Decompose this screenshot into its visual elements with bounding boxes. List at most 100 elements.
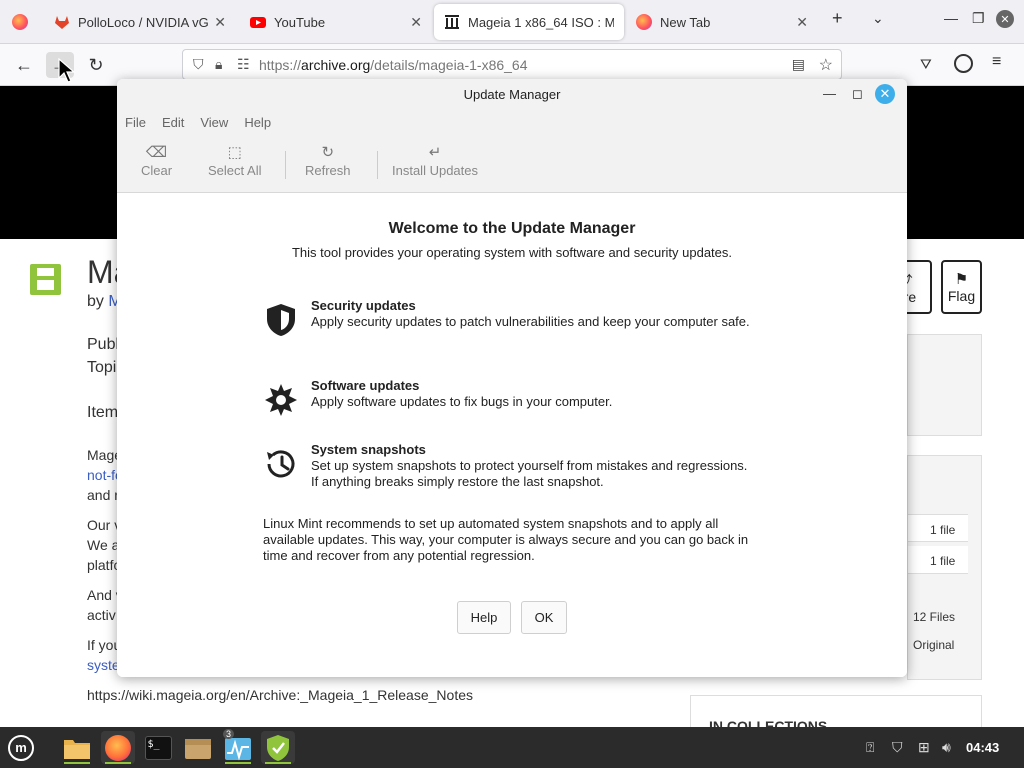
minimize-icon[interactable]: —: [823, 86, 836, 101]
ok-button[interactable]: OK: [521, 601, 567, 634]
file-count[interactable]: 12 Files: [913, 610, 955, 624]
tab-label: Mageia 1 x86_64 ISO : Mageia: [468, 14, 614, 30]
firefox-icon: [636, 14, 652, 30]
tab-youtube[interactable]: YouTube ✕: [240, 4, 432, 40]
topics-label: Topi: [87, 359, 117, 376]
select-all-button[interactable]: ⬚ Select All: [208, 143, 261, 178]
firefox-view-icon[interactable]: [12, 14, 28, 30]
maximize-icon[interactable]: ◻: [852, 86, 863, 102]
file-count[interactable]: Original: [913, 638, 954, 652]
published-label: Publ: [87, 336, 120, 353]
clear-icon: ⌫: [145, 144, 168, 161]
close-icon[interactable]: ✕: [214, 14, 226, 31]
toolbar-separator: [377, 151, 378, 179]
files-folder-icon[interactable]: [60, 731, 94, 764]
flag-button[interactable]: ⚑ Flag: [941, 260, 982, 314]
notification-icon[interactable]: ⍰: [866, 739, 874, 756]
refresh-label: Refresh: [305, 163, 351, 178]
maximize-icon[interactable]: ❐: [972, 10, 985, 27]
collections-heading: IN COLLECTIONS: [709, 718, 828, 727]
url-bar[interactable]: ⛉ 🔒︎ ☷ https://archive.org/details/magei…: [182, 49, 842, 80]
terminal-icon[interactable]: $_: [141, 731, 175, 764]
new-tab-plus-icon[interactable]: +: [832, 8, 843, 29]
url-scheme: https://: [259, 56, 302, 73]
url-host: archive.org: [301, 56, 371, 73]
lock-icon[interactable]: 🔒︎: [215, 56, 237, 73]
hamburger-menu-icon[interactable]: ≡: [992, 53, 1001, 71]
close-window-icon[interactable]: ✕: [996, 10, 1014, 28]
description-line: activ: [87, 607, 116, 623]
file-count[interactable]: 1 file: [930, 523, 955, 537]
tab-list-chevron-icon[interactable]: ⌄: [872, 10, 884, 27]
tab-new[interactable]: New Tab ✕: [626, 4, 818, 40]
tab-pololoco[interactable]: PolloLoco / NVIDIA vGPU ✕: [44, 4, 236, 40]
window-title: Update Manager: [463, 86, 561, 102]
reload-icon[interactable]: ↻: [82, 52, 110, 78]
close-icon[interactable]: ✕: [410, 14, 422, 31]
mint-menu-icon[interactable]: m: [4, 731, 38, 764]
update-manager-shield-icon[interactable]: [261, 731, 295, 764]
gear-burst-icon: [263, 382, 299, 418]
archive-icon: [444, 14, 460, 30]
file-manager-icon[interactable]: [181, 731, 215, 764]
help-button[interactable]: Help: [457, 601, 511, 634]
firefox-icon[interactable]: [101, 731, 135, 764]
url-path: /details/mageia-1-x86_64: [370, 56, 528, 73]
window-titlebar[interactable]: Update Manager: [117, 79, 907, 109]
description-line: We a: [87, 537, 120, 553]
pocket-icon[interactable]: ⛛: [920, 56, 932, 73]
mouse-cursor-icon: [58, 58, 76, 83]
feature-description: Apply software updates to fix bugs in yo…: [311, 394, 613, 409]
refresh-icon: ↻: [321, 144, 335, 161]
volume-icon[interactable]: 🔊︎: [942, 739, 951, 756]
recommendation-text: Linux Mint recommends to set up automate…: [263, 516, 749, 563]
tab-label: New Tab: [660, 14, 711, 30]
update-shield-tray-icon[interactable]: ⛉: [892, 739, 903, 756]
permissions-icon[interactable]: ☷: [237, 56, 259, 73]
refresh-button[interactable]: ↻ Refresh: [305, 143, 351, 178]
running-indicator: [64, 762, 90, 764]
menu-file[interactable]: File: [125, 115, 146, 130]
network-icon[interactable]: ⊞: [918, 739, 930, 756]
youtube-icon: [250, 14, 266, 30]
select-all-label: Select All: [208, 163, 262, 178]
close-icon[interactable]: ✕: [875, 84, 895, 104]
feature-title: Software updates: [311, 378, 420, 393]
install-icon: ↵: [428, 144, 442, 161]
system-monitor-icon[interactable]: 3: [221, 729, 255, 764]
tab-label: YouTube: [274, 14, 326, 30]
close-icon[interactable]: ✕: [796, 14, 808, 31]
minimize-icon[interactable]: —: [944, 10, 958, 26]
taskbar: m $_ 3 ⍰ ⛉ ⊞ 🔊︎ 04:43: [0, 727, 1024, 768]
toolbar: ⌫ Clear ⬚ Select All ↻ Refresh ↵ Install…: [117, 135, 907, 193]
select-all-icon: ⬚: [227, 144, 242, 161]
menu-edit[interactable]: Edit: [162, 115, 184, 130]
welcome-title: Welcome to the Update Manager: [388, 220, 636, 237]
file-count[interactable]: 1 file: [930, 554, 955, 568]
menu-view[interactable]: View: [200, 115, 228, 130]
item-label: Item: [87, 404, 119, 421]
back-arrow-icon[interactable]: ←: [10, 52, 38, 78]
update-manager-window: Update Manager — ◻ ✕ File Edit View Help…: [117, 79, 907, 677]
browser-tab-strip: PolloLoco / NVIDIA vGPU ✕ YouTube ✕ Mage…: [0, 0, 1024, 44]
account-icon[interactable]: [954, 54, 973, 73]
install-updates-button[interactable]: ↵ Install Updates: [392, 143, 478, 178]
feature-description: Set up system snapshots to protect yours…: [311, 458, 748, 489]
bookmark-star-icon[interactable]: ☆: [819, 55, 833, 75]
running-indicator: [225, 762, 251, 764]
clear-button[interactable]: ⌫ Clear: [141, 143, 172, 178]
description-link[interactable]: syste: [87, 657, 120, 673]
release-notes-url[interactable]: https://wiki.mageia.org/en/Archive:_Mage…: [87, 687, 473, 703]
flag-label: Flag: [947, 288, 976, 304]
reader-view-icon[interactable]: ▤: [792, 56, 805, 73]
by-prefix: by: [87, 293, 109, 310]
history-icon: [263, 446, 299, 482]
install-label: Install Updates: [392, 163, 478, 178]
clock[interactable]: 04:43: [966, 740, 999, 755]
tracking-shield-icon[interactable]: ⛉: [193, 56, 215, 73]
item-type-icon: [30, 264, 61, 295]
menu-help[interactable]: Help: [244, 115, 271, 130]
tab-mageia[interactable]: Mageia 1 x86_64 ISO : Mageia: [434, 4, 624, 40]
running-indicator: [265, 762, 291, 764]
feature-title: System snapshots: [311, 442, 426, 457]
